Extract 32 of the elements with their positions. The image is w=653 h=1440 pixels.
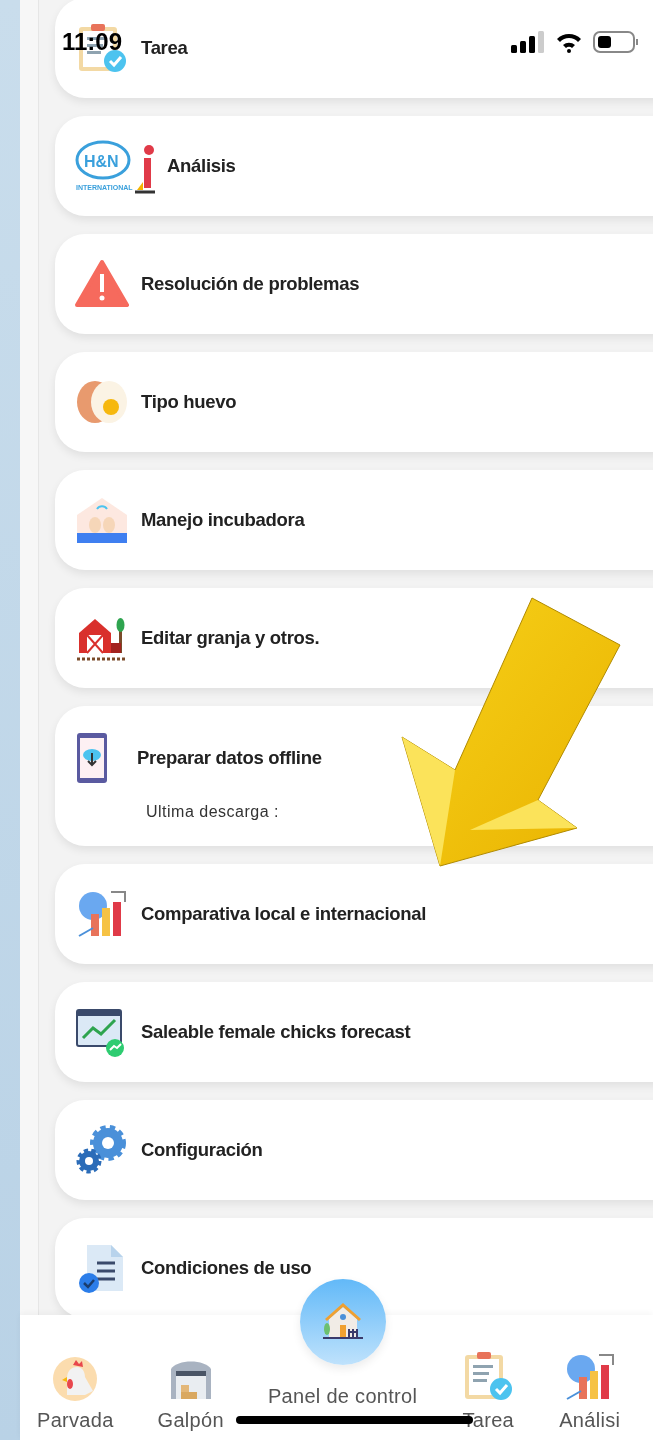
menu-title: Condiciones de uso bbox=[141, 1257, 312, 1279]
warning-icon bbox=[75, 259, 129, 309]
menu-title: Resolución de problemas bbox=[141, 273, 360, 295]
wifi-icon bbox=[555, 31, 583, 53]
nav-tab[interactable]: Galpón bbox=[157, 1355, 224, 1432]
menu-title: Análisis bbox=[167, 155, 236, 177]
egg-icon bbox=[75, 379, 129, 425]
menu-title: Manejo incubadora bbox=[141, 509, 305, 531]
menu-card[interactable]: Configuración bbox=[55, 1100, 653, 1200]
menu-title: Editar granja y otros. bbox=[141, 627, 320, 649]
menu-card[interactable]: Manejo incubadora bbox=[55, 470, 653, 570]
nav-label: Panel de control bbox=[267, 1385, 418, 1408]
nav-tab[interactable]: Parvada bbox=[37, 1355, 114, 1432]
menu-title: Tarea bbox=[141, 37, 188, 59]
nav-tab[interactable]: Análisi bbox=[559, 1351, 621, 1432]
battery-icon bbox=[593, 30, 639, 54]
menu-card[interactable]: Saleable female chicks forecast bbox=[55, 982, 653, 1082]
menu-card[interactable]: Comparativa local e internacional bbox=[55, 864, 653, 964]
menu-card[interactable]: Resolución de problemas bbox=[55, 234, 653, 334]
phone-icon bbox=[75, 731, 109, 785]
menu-title: Tipo huevo bbox=[141, 391, 237, 413]
menu-title: Preparar datos offline bbox=[137, 747, 322, 769]
menu-card[interactable]: Tipo huevo bbox=[55, 352, 653, 452]
signal-icon bbox=[511, 31, 545, 53]
chicken-icon bbox=[51, 1355, 100, 1403]
menu-subtitle: Ultima descarga : bbox=[146, 803, 280, 821]
menu-title: Comparativa local e internacional bbox=[141, 903, 427, 925]
menu-title: Configuración bbox=[141, 1139, 263, 1161]
menu-title: Saleable female chicks forecast bbox=[141, 1021, 411, 1043]
status-time: 11:09 bbox=[62, 28, 123, 56]
menu-card[interactable]: Condiciones de uso bbox=[55, 1218, 653, 1315]
incubator-icon bbox=[75, 495, 129, 545]
